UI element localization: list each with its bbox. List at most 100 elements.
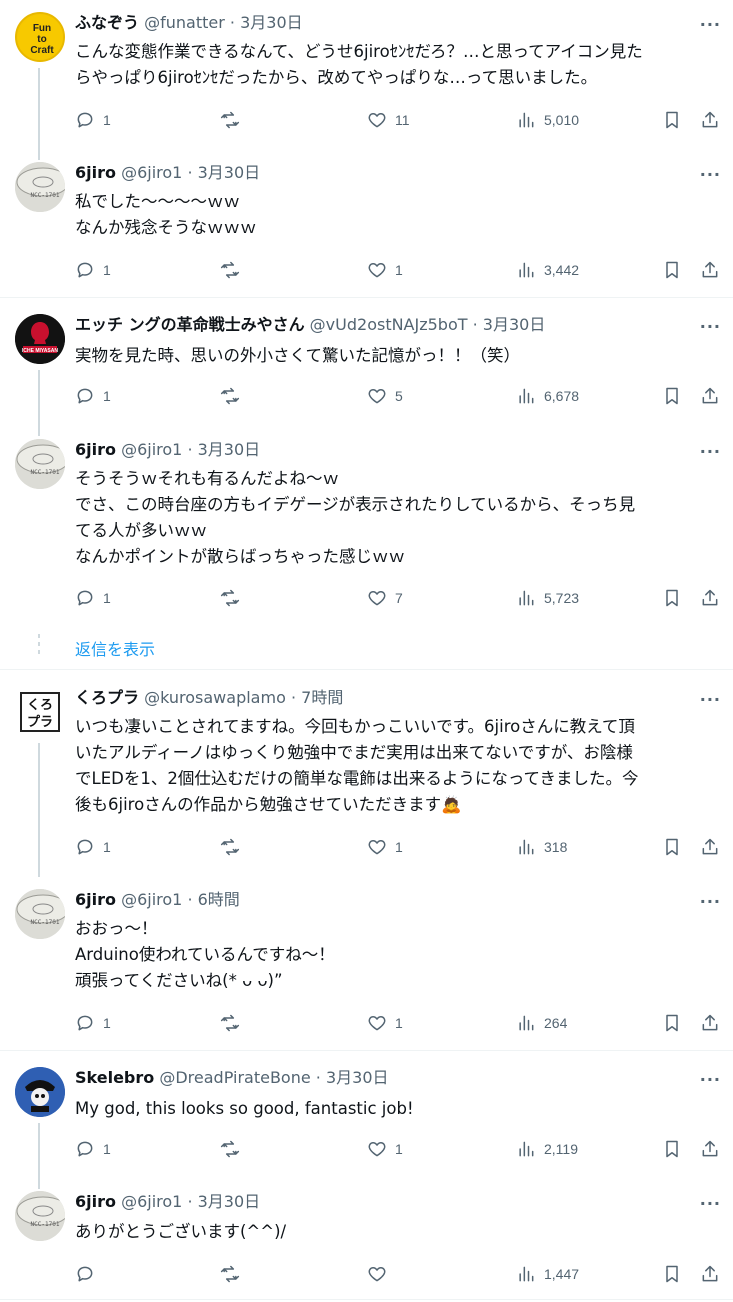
- views-button[interactable]: 264: [516, 1011, 567, 1035]
- tweet[interactable]: NCC-1701 6jiro @6jiro1 · 3月30日 ··· ありがとう…: [0, 1191, 733, 1291]
- retweet-button[interactable]: [220, 586, 248, 610]
- user-handle[interactable]: @6jiro1: [121, 1192, 182, 1211]
- share-button[interactable]: [700, 384, 720, 408]
- bookmark-button[interactable]: [662, 258, 682, 282]
- views-button[interactable]: 5,723: [516, 586, 579, 610]
- bookmark-button[interactable]: [662, 835, 682, 859]
- bookmark-button[interactable]: [662, 108, 682, 132]
- display-name[interactable]: 6jiro: [75, 890, 116, 909]
- display-name[interactable]: ふなぞう: [75, 13, 139, 32]
- bookmark-button[interactable]: [662, 1011, 682, 1035]
- share-button[interactable]: [700, 1011, 720, 1035]
- like-button[interactable]: 5: [367, 384, 403, 408]
- share-button[interactable]: [700, 258, 720, 282]
- like-button[interactable]: 11: [367, 108, 410, 132]
- tweet[interactable]: NCC-1701 6jiro @6jiro1 · 3月30日 ··· 私でした～…: [0, 162, 733, 292]
- more-options-icon[interactable]: ···: [700, 692, 721, 708]
- tweet-header: 6jiro @6jiro1 · 3月30日: [75, 439, 260, 461]
- like-button[interactable]: 1: [367, 1011, 403, 1035]
- user-handle[interactable]: @DreadPirateBone: [159, 1068, 310, 1087]
- more-options-icon[interactable]: ···: [700, 167, 721, 183]
- tweet[interactable]: Skelebro @DreadPirateBone · 3月30日 ··· My…: [0, 1067, 733, 1189]
- avatar[interactable]: Fun to Craft: [15, 12, 65, 62]
- display-name[interactable]: Skelebro: [75, 1068, 154, 1087]
- separator-dot: ·: [187, 890, 193, 909]
- reply-button[interactable]: 1: [75, 108, 111, 132]
- retweet-button[interactable]: [220, 108, 248, 132]
- reply-button[interactable]: [75, 1262, 103, 1286]
- retweet-button[interactable]: [220, 1011, 248, 1035]
- share-button[interactable]: [700, 586, 720, 610]
- more-options-icon[interactable]: ···: [700, 1072, 721, 1088]
- tweet-actions: 1 7 5,723: [75, 586, 725, 610]
- avatar[interactable]: NCC-1701: [15, 1191, 65, 1241]
- avatar[interactable]: NCC-1701: [15, 439, 65, 489]
- views-button[interactable]: 5,010: [516, 108, 579, 132]
- tweet-date[interactable]: 6時間: [198, 890, 240, 909]
- like-button[interactable]: [367, 1262, 395, 1286]
- views-button[interactable]: 318: [516, 835, 567, 859]
- views-button[interactable]: 2,119: [516, 1137, 578, 1161]
- more-options-icon[interactable]: ···: [700, 444, 721, 460]
- tweet-date[interactable]: 3月30日: [198, 1192, 261, 1211]
- tweet-date[interactable]: 3月30日: [198, 163, 261, 182]
- reply-button[interactable]: 1: [75, 835, 111, 859]
- display-name[interactable]: 6jiro: [75, 440, 116, 459]
- display-name[interactable]: 6jiro: [75, 163, 116, 182]
- like-button[interactable]: 1: [367, 835, 403, 859]
- bookmark-button[interactable]: [662, 1262, 682, 1286]
- tweet[interactable]: Fun to Craft ふなぞう @funatter · 3月30日 ··· …: [0, 12, 733, 160]
- user-handle[interactable]: @6jiro1: [121, 440, 182, 459]
- more-options-icon[interactable]: ···: [700, 894, 721, 910]
- views-button[interactable]: 1,447: [516, 1262, 579, 1286]
- share-button[interactable]: [700, 1137, 720, 1161]
- display-name[interactable]: くろプラ: [75, 688, 139, 707]
- avatar[interactable]: [15, 1067, 65, 1117]
- share-button[interactable]: [700, 835, 720, 859]
- tweet[interactable]: NCC-1701 6jiro @6jiro1 · 3月30日 ··· そうそうｗ…: [0, 439, 733, 621]
- like-button[interactable]: 7: [367, 586, 403, 610]
- tweet-date[interactable]: 3月30日: [326, 1068, 389, 1087]
- reply-button[interactable]: 1: [75, 586, 111, 610]
- user-handle[interactable]: @funatter: [144, 13, 225, 32]
- reply-button[interactable]: 1: [75, 258, 111, 282]
- more-options-icon[interactable]: ···: [700, 17, 721, 33]
- show-replies-link[interactable]: 返信を表示: [75, 636, 155, 660]
- share-button[interactable]: [700, 1262, 720, 1286]
- user-handle[interactable]: @6jiro1: [121, 163, 182, 182]
- retweet-button[interactable]: [220, 384, 248, 408]
- tweet[interactable]: NCC-1701 6jiro @6jiro1 · 6時間 ··· おおっ～！ A…: [0, 889, 733, 1039]
- share-button[interactable]: [700, 108, 720, 132]
- tweet-date[interactable]: 3月30日: [198, 440, 261, 459]
- reply-button[interactable]: 1: [75, 1011, 111, 1035]
- more-options-icon[interactable]: ···: [700, 319, 721, 335]
- user-handle[interactable]: @kurosawaplamo: [144, 688, 286, 707]
- tweet-date[interactable]: 3月30日: [240, 13, 303, 32]
- bookmark-button[interactable]: [662, 384, 682, 408]
- tweet[interactable]: くろ プラ くろプラ @kurosawaplamo · 7時間 ··· いつも凄…: [0, 687, 733, 877]
- user-handle[interactable]: @6jiro1: [121, 890, 182, 909]
- avatar[interactable]: NCC-1701: [15, 162, 65, 212]
- retweet-button[interactable]: [220, 258, 248, 282]
- reply-button[interactable]: 1: [75, 1137, 111, 1161]
- tweet-date[interactable]: 7時間: [301, 688, 343, 707]
- avatar[interactable]: くろ プラ: [15, 687, 65, 737]
- retweet-button[interactable]: [220, 1262, 248, 1286]
- user-handle[interactable]: @vUd2ostNAJz5boT: [310, 315, 468, 334]
- like-button[interactable]: 1: [367, 258, 403, 282]
- more-options-icon[interactable]: ···: [700, 1196, 721, 1212]
- avatar[interactable]: ICHE MIYASAN: [15, 314, 65, 364]
- tweet-date[interactable]: 3月30日: [483, 315, 546, 334]
- tweet[interactable]: ICHE MIYASAN エッチ ングの革命戦士みやさん @vUd2ostNAJ…: [0, 314, 733, 436]
- bookmark-button[interactable]: [662, 1137, 682, 1161]
- views-button[interactable]: 6,678: [516, 384, 579, 408]
- display-name[interactable]: エッチ ングの革命戦士みやさん: [75, 315, 305, 334]
- retweet-button[interactable]: [220, 835, 248, 859]
- reply-button[interactable]: 1: [75, 384, 111, 408]
- like-button[interactable]: 1: [367, 1137, 403, 1161]
- display-name[interactable]: 6jiro: [75, 1192, 116, 1211]
- retweet-button[interactable]: [220, 1137, 248, 1161]
- bookmark-button[interactable]: [662, 586, 682, 610]
- views-button[interactable]: 3,442: [516, 258, 579, 282]
- avatar[interactable]: NCC-1701: [15, 889, 65, 939]
